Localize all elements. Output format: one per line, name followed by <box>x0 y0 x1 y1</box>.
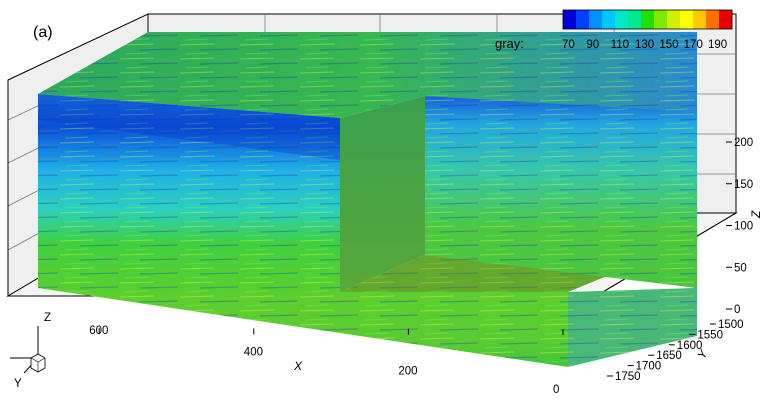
colorbar-tick-label: 130 <box>635 39 654 51</box>
colorbar-swatch <box>667 10 681 29</box>
colorbar-swatch <box>589 10 603 29</box>
y-tick-label: 1750 <box>615 371 641 383</box>
colorbar-tick-label: 110 <box>611 39 629 51</box>
colorbar-title: gray: <box>495 36 524 51</box>
y-axis-title: Y <box>694 347 711 362</box>
colorbar-swatch <box>576 10 590 29</box>
colorbar-swatch <box>628 10 642 29</box>
x-tick-label: 0 <box>553 384 559 396</box>
colorbar-swatch <box>615 10 629 29</box>
colorbar-swatch <box>641 10 655 29</box>
colorbar-tick-label: 90 <box>586 39 599 51</box>
x-tick-label: 400 <box>244 346 263 358</box>
colorbar-swatch <box>706 10 720 29</box>
colorbar-swatch <box>680 10 694 29</box>
colorbar-swatch <box>693 10 707 29</box>
triad-z-label: Z <box>44 312 51 324</box>
x-axis-title: X <box>293 359 303 373</box>
colorbar-tick-label: 70 <box>562 39 575 51</box>
x-tick-label: 600 <box>89 325 108 337</box>
panel-label: (a) <box>33 24 53 41</box>
colorbar-tick-label: 150 <box>659 39 678 51</box>
z-tick-label: 50 <box>734 262 747 274</box>
volume-right-block <box>425 96 697 288</box>
triad-y-label: Y <box>14 378 22 390</box>
z-tick-label: 200 <box>734 137 753 149</box>
colorbar-swatch <box>563 10 577 29</box>
colorbar-swatch <box>602 10 616 29</box>
colorbar-swatch <box>654 10 668 29</box>
colorbar-ticks: 70 90 110 130 150 170 190 <box>562 39 727 51</box>
z-tick-label: 100 <box>734 221 753 233</box>
z-tick-label: 150 <box>734 179 753 191</box>
colorbar-tick-label: 170 <box>684 39 703 51</box>
colorbar-tick-label: 190 <box>708 39 727 51</box>
x-tick-label: 200 <box>398 366 417 378</box>
z-axis-title: Z <box>749 210 763 219</box>
volume-figure: (a) gray: 70 90 110 130 150 170 190 600 400 200 0… <box>6 9 763 396</box>
colorbar-swatch <box>719 10 733 29</box>
z-tick-label: 0 <box>734 304 740 316</box>
orientation-triad: Z Y <box>10 312 51 390</box>
colorbar-swatches <box>562 9 733 30</box>
